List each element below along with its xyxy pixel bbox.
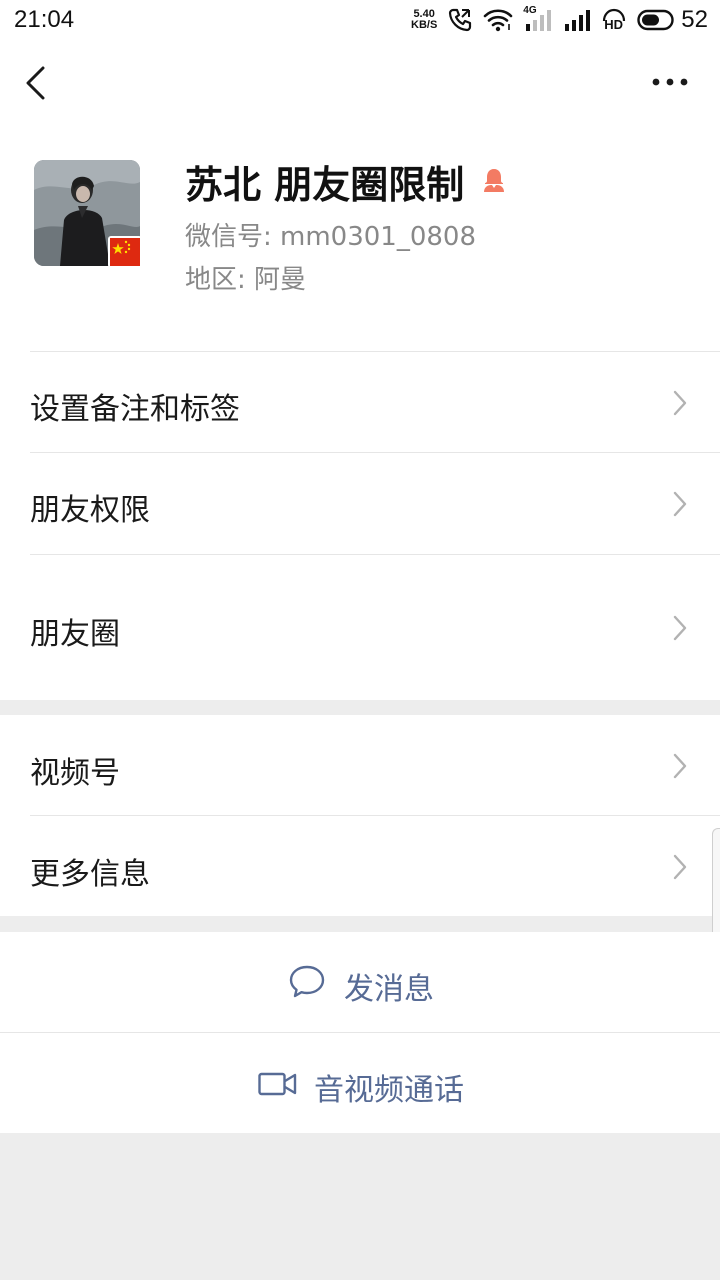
voice-video-call-label: 音视频通话: [314, 1073, 464, 1108]
menu-item-channels[interactable]: 视频号: [0, 715, 720, 815]
send-message-label: 发消息: [344, 972, 434, 1007]
chat-bubble-icon: [289, 965, 325, 998]
signal-4g-icon: 4G: [523, 5, 553, 33]
menu-item-moments[interactable]: 朋友圈: [0, 555, 720, 700]
wifi-icon: [483, 9, 513, 32]
chevron-right-icon: [673, 753, 687, 779]
network-speed: 5.40 KB/S: [411, 9, 437, 31]
status-bar: 21:04 5.40 KB/S 4G HD 52: [0, 0, 720, 40]
action-group: 发消息 音视频通话: [0, 932, 720, 1133]
profile-name: 苏北 朋友圈限制: [185, 163, 465, 207]
menu-group-2: 视频号 更多信息: [0, 715, 720, 916]
hd-label: HD: [604, 17, 624, 32]
back-button[interactable]: [24, 66, 48, 100]
hd-voice-icon: HD: [601, 7, 627, 33]
female-icon: [484, 169, 504, 192]
battery-icon: [637, 9, 674, 31]
battery-level: 52: [681, 6, 708, 33]
more-dots-icon[interactable]: [650, 72, 690, 92]
menu-item-label: 朋友权限: [30, 493, 150, 528]
china-flag-icon: [108, 236, 142, 268]
menu-item-label: 视频号: [30, 756, 120, 791]
status-time: 21:04: [14, 6, 75, 33]
chevron-right-icon: [673, 390, 687, 416]
region: 地区: 阿曼: [185, 265, 307, 295]
chevron-right-icon: [673, 615, 687, 641]
send-message-button[interactable]: 发消息: [0, 932, 720, 1032]
wechat-id: 微信号: mm0301_0808: [185, 222, 477, 252]
chevron-right-icon: [673, 491, 687, 517]
menu-item-label: 更多信息: [30, 857, 150, 892]
menu-item-remark-tags[interactable]: 设置备注和标签: [0, 352, 720, 452]
contact-profile-screen: 21:04 5.40 KB/S 4G HD 52 苏北 朋友圈限制 微信号: m…: [0, 0, 720, 1280]
status-icons: 5.40 KB/S 4G HD 52: [411, 4, 708, 36]
menu-item-label: 朋友圈: [30, 617, 120, 652]
video-camera-icon: [258, 1072, 297, 1096]
chevron-right-icon: [673, 854, 687, 880]
call-icon: [449, 8, 472, 32]
menu-item-label: 设置备注和标签: [30, 392, 240, 427]
voice-video-call-button[interactable]: 音视频通话: [0, 1033, 720, 1133]
signal-icon: [565, 10, 591, 31]
network-speed-unit: KB/S: [411, 19, 438, 31]
menu-item-more-info[interactable]: 更多信息: [0, 816, 720, 916]
menu-item-friend-permissions[interactable]: 朋友权限: [0, 453, 720, 554]
